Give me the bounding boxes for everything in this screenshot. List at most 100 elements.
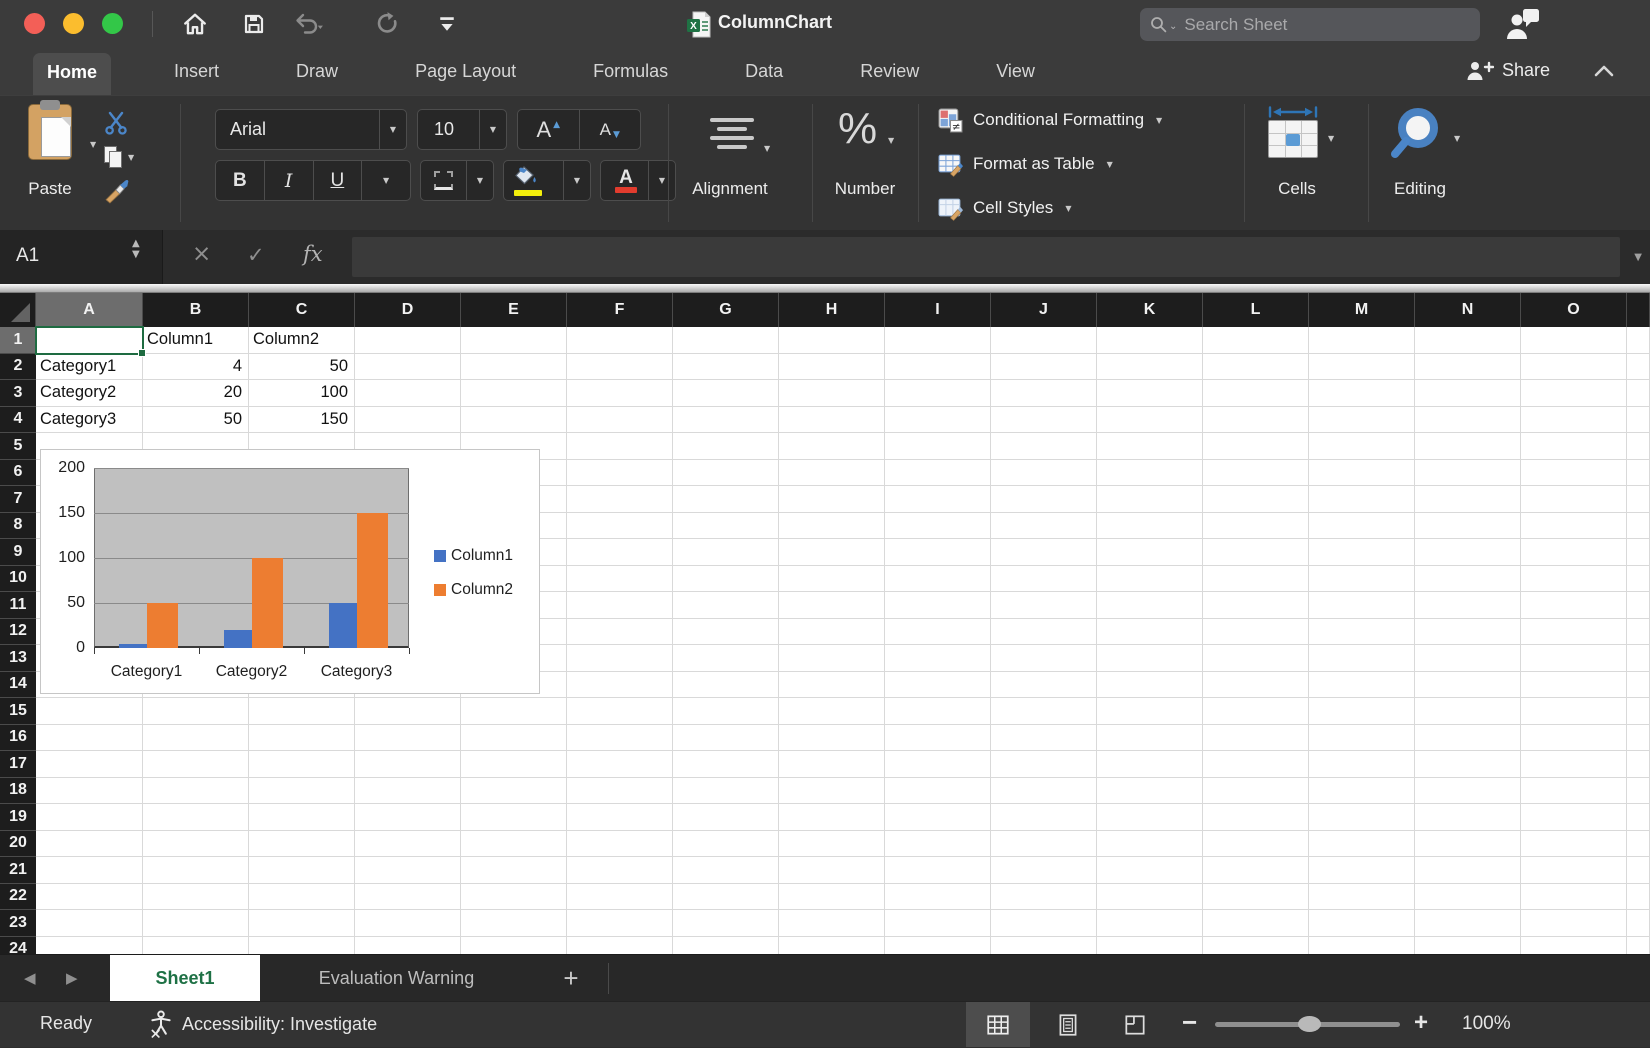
cell-n17[interactable] — [1415, 751, 1521, 778]
cell-g18[interactable] — [673, 778, 779, 805]
conditional-formatting-button[interactable]: ≠ Conditional Formatting ▼ — [938, 102, 1162, 138]
cell-g17[interactable] — [673, 751, 779, 778]
contact-presence-button[interactable] — [1505, 7, 1541, 46]
cell-g1[interactable] — [673, 327, 779, 354]
cell-j1[interactable] — [991, 327, 1097, 354]
alignment-button[interactable]: ▼ — [688, 110, 798, 170]
cell-i1[interactable] — [885, 327, 991, 354]
cell-c16[interactable] — [249, 725, 355, 752]
paste-button[interactable]: ▼ — [18, 104, 96, 172]
cell-i24[interactable] — [885, 937, 991, 955]
cell-partial[interactable] — [1627, 354, 1650, 381]
cell-l21[interactable] — [1203, 857, 1309, 884]
formula-input[interactable] — [352, 237, 1620, 277]
cell-f14[interactable] — [567, 672, 673, 699]
save-toolbar-button[interactable] — [237, 9, 271, 39]
cell-f18[interactable] — [567, 778, 673, 805]
cell-l1[interactable] — [1203, 327, 1309, 354]
cell-f2[interactable] — [567, 354, 673, 381]
cell-g9[interactable] — [673, 539, 779, 566]
cell-l10[interactable] — [1203, 566, 1309, 593]
cell-partial[interactable] — [1627, 566, 1650, 593]
cell-l14[interactable] — [1203, 672, 1309, 699]
cell-h19[interactable] — [779, 804, 885, 831]
cell-m12[interactable] — [1309, 619, 1415, 646]
cell-h1[interactable] — [779, 327, 885, 354]
cell-i8[interactable] — [885, 513, 991, 540]
cell-l11[interactable] — [1203, 592, 1309, 619]
cell-k8[interactable] — [1097, 513, 1203, 540]
share-button[interactable]: Share — [1466, 59, 1550, 81]
cell-b15[interactable] — [143, 698, 249, 725]
cell-o14[interactable] — [1521, 672, 1627, 699]
cell-d23[interactable] — [355, 910, 461, 937]
cell-j20[interactable] — [991, 831, 1097, 858]
insert-function-button[interactable]: fx — [303, 242, 323, 266]
cell-m14[interactable] — [1309, 672, 1415, 699]
cell-b24[interactable] — [143, 937, 249, 955]
cell-k4[interactable] — [1097, 407, 1203, 434]
format-as-table-button[interactable]: Format as Table ▼ — [938, 146, 1113, 182]
row-header-18[interactable]: 18 — [0, 778, 36, 805]
cell-partial[interactable] — [1627, 831, 1650, 858]
cell-l12[interactable] — [1203, 619, 1309, 646]
cell-g23[interactable] — [673, 910, 779, 937]
cell-e24[interactable] — [461, 937, 567, 955]
cell-n4[interactable] — [1415, 407, 1521, 434]
cell-n3[interactable] — [1415, 380, 1521, 407]
cell-g24[interactable] — [673, 937, 779, 955]
cell-partial[interactable] — [1627, 592, 1650, 619]
cell-k9[interactable] — [1097, 539, 1203, 566]
cell-e23[interactable] — [461, 910, 567, 937]
cell-partial[interactable] — [1627, 910, 1650, 937]
cell-partial[interactable] — [1627, 751, 1650, 778]
cancel-button[interactable]: × — [192, 241, 211, 267]
cell-h16[interactable] — [779, 725, 885, 752]
cell-j13[interactable] — [991, 645, 1097, 672]
cell-l7[interactable] — [1203, 486, 1309, 513]
cell-g20[interactable] — [673, 831, 779, 858]
cell-b3[interactable]: 20 — [143, 380, 249, 407]
cell-l3[interactable] — [1203, 380, 1309, 407]
column-header-d[interactable]: D — [355, 293, 461, 327]
cell-partial[interactable] — [1627, 407, 1650, 434]
cell-k15[interactable] — [1097, 698, 1203, 725]
cell-b18[interactable] — [143, 778, 249, 805]
italic-button[interactable]: I — [265, 161, 313, 200]
cell-n18[interactable] — [1415, 778, 1521, 805]
row-header-1[interactable]: 1 — [0, 327, 36, 354]
cell-g15[interactable] — [673, 698, 779, 725]
cell-e2[interactable] — [461, 354, 567, 381]
cell-o9[interactable] — [1521, 539, 1627, 566]
cell-a3[interactable]: Category2 — [36, 380, 143, 407]
cell-a20[interactable] — [36, 831, 143, 858]
cell-partial[interactable] — [1627, 937, 1650, 955]
cell-o23[interactable] — [1521, 910, 1627, 937]
column-header-f[interactable]: F — [567, 293, 673, 327]
row-header-23[interactable]: 23 — [0, 910, 36, 937]
column-header-g[interactable]: G — [673, 293, 779, 327]
cell-i20[interactable] — [885, 831, 991, 858]
cell-h8[interactable] — [779, 513, 885, 540]
tab-formulas[interactable]: Formulas — [579, 52, 682, 91]
select-all-corner[interactable] — [0, 293, 36, 327]
cell-f20[interactable] — [567, 831, 673, 858]
cell-d20[interactable] — [355, 831, 461, 858]
zoom-slider[interactable] — [1215, 1022, 1400, 1027]
cell-d15[interactable] — [355, 698, 461, 725]
cell-n15[interactable] — [1415, 698, 1521, 725]
cell-h2[interactable] — [779, 354, 885, 381]
cell-b16[interactable] — [143, 725, 249, 752]
cell-m15[interactable] — [1309, 698, 1415, 725]
cell-n20[interactable] — [1415, 831, 1521, 858]
row-header-13[interactable]: 13 — [0, 645, 36, 672]
cell-d17[interactable] — [355, 751, 461, 778]
column-header-a[interactable]: A — [36, 293, 143, 327]
cell-b20[interactable] — [143, 831, 249, 858]
cell-n16[interactable] — [1415, 725, 1521, 752]
cell-k20[interactable] — [1097, 831, 1203, 858]
cell-l20[interactable] — [1203, 831, 1309, 858]
row-header-6[interactable]: 6 — [0, 460, 36, 487]
cell-o18[interactable] — [1521, 778, 1627, 805]
cell-n13[interactable] — [1415, 645, 1521, 672]
